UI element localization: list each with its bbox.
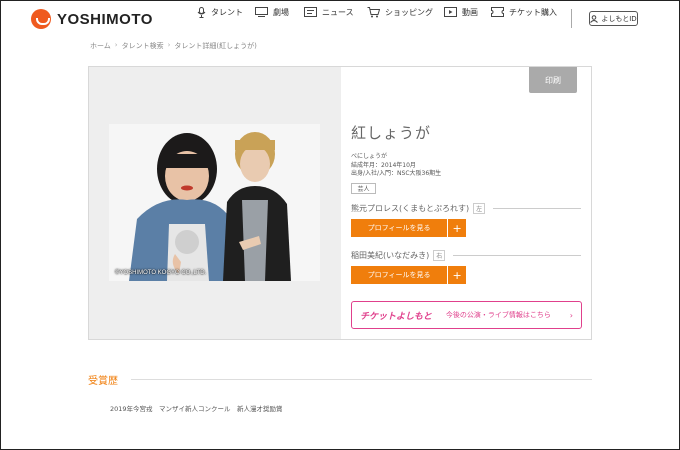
- yoshimoto-id-button[interactable]: よしもとID: [589, 11, 638, 26]
- profile-button[interactable]: プロフィールを見る +: [351, 219, 466, 237]
- breadcrumb-current: タレント詳細(紅しょうが): [174, 42, 257, 50]
- awards-heading: 受賞歴: [88, 376, 118, 387]
- user-icon: [590, 14, 599, 23]
- news-icon: [304, 7, 317, 17]
- breadcrumb-separator: ›: [167, 41, 171, 49]
- talent-meta: べにしょうが 結成年月：2014年10月 出身/入社/入門：NSC大阪36期生: [351, 153, 441, 179]
- talent-formed: 結成年月：2014年10月: [351, 161, 416, 169]
- ticket-icon: [491, 7, 504, 17]
- talent-origin: 出身/入社/入門：NSC大阪36期生: [351, 170, 442, 177]
- member-block: 稲田美紀(いなだみき) 右 プロフィールを見る +: [351, 250, 581, 284]
- nav-label: ニュース: [322, 7, 354, 17]
- microphone-icon: [197, 6, 206, 18]
- nav-label: 劇場: [273, 7, 289, 17]
- nav-label: 動画: [462, 7, 478, 17]
- plus-icon: +: [448, 219, 466, 237]
- nav-item-theater[interactable]: 劇場: [255, 7, 289, 18]
- photo-copyright: ©YOSHIMOTO KOGYO CO.,LTD.: [115, 270, 207, 276]
- breadcrumb: ホーム › タレント検索 › タレント詳細(紅しょうが): [90, 41, 257, 51]
- nav-divider: [571, 9, 572, 28]
- profile-button-label: プロフィールを見る: [351, 266, 448, 284]
- award-item: 2019年今宮戎 マンザイ新人コンクール 新人漫才奨励賞: [110, 405, 283, 413]
- print-button[interactable]: 印刷: [529, 67, 577, 93]
- nav-item-shopping[interactable]: ショッピング: [367, 6, 433, 18]
- yoshimoto-logo[interactable]: YOSHIMOTO: [31, 9, 153, 29]
- talent-name: 紅しょうが: [351, 124, 432, 142]
- ticket-banner-text: 今後の公演・ライブ情報はこちら: [445, 311, 551, 319]
- member-heading: 熊元プロレス(くまもとぷろれす) 左: [351, 203, 581, 214]
- member-role: 左: [473, 203, 486, 214]
- logo-icon: [31, 9, 51, 29]
- nav-label: チケット購入: [509, 7, 557, 17]
- nav-item-news[interactable]: ニュース: [304, 7, 354, 18]
- profile-button-label: プロフィールを見る: [351, 219, 448, 237]
- login-label: よしもとID: [601, 14, 637, 23]
- nav-label: タレント: [211, 7, 243, 17]
- ticket-banner[interactable]: チケットよしもと 今後の公演・ライブ情報はこちら ›: [351, 301, 582, 329]
- member-role: 右: [433, 250, 446, 261]
- breadcrumb-talent-search[interactable]: タレント検索: [122, 41, 164, 51]
- talent-photo: ©YOSHIMOTO KOGYO CO.,LTD.: [109, 124, 320, 281]
- awards-divider: [131, 379, 592, 380]
- ticket-yoshimoto-logo: チケットよしもと: [360, 310, 432, 321]
- member-name: 熊元プロレス(くまもとぷろれす): [351, 204, 470, 213]
- logo-text: YOSHIMOTO: [57, 10, 153, 28]
- divider: [453, 255, 581, 256]
- plus-icon: +: [448, 266, 466, 284]
- talent-card: ©YOSHIMOTO KOGYO CO.,LTD. 印刷 紅しょうが べにしょう…: [88, 66, 592, 340]
- breadcrumb-separator: ›: [114, 41, 118, 49]
- cart-icon: [367, 6, 380, 17]
- member-block: 熊元プロレス(くまもとぷろれす) 左 プロフィールを見る +: [351, 203, 581, 237]
- nav-label: ショッピング: [385, 7, 433, 17]
- chevron-right-icon: ›: [569, 310, 573, 320]
- divider: [493, 208, 581, 209]
- category-tag: 芸人: [351, 183, 376, 194]
- breadcrumb-home[interactable]: ホーム: [90, 41, 111, 51]
- photo-area: ©YOSHIMOTO KOGYO CO.,LTD.: [89, 67, 341, 339]
- member-name: 稲田美紀(いなだみき): [351, 251, 430, 260]
- talent-reading: べにしょうが: [351, 153, 388, 160]
- theater-icon: [255, 7, 268, 17]
- talent-photo-image: [109, 124, 320, 281]
- video-icon: [444, 7, 457, 17]
- nav-item-ticket[interactable]: チケット購入: [491, 7, 557, 18]
- nav-item-video[interactable]: 動画: [444, 7, 478, 18]
- member-heading: 稲田美紀(いなだみき) 右: [351, 250, 581, 261]
- profile-button[interactable]: プロフィールを見る +: [351, 266, 466, 284]
- nav-item-talent[interactable]: タレント: [197, 6, 243, 18]
